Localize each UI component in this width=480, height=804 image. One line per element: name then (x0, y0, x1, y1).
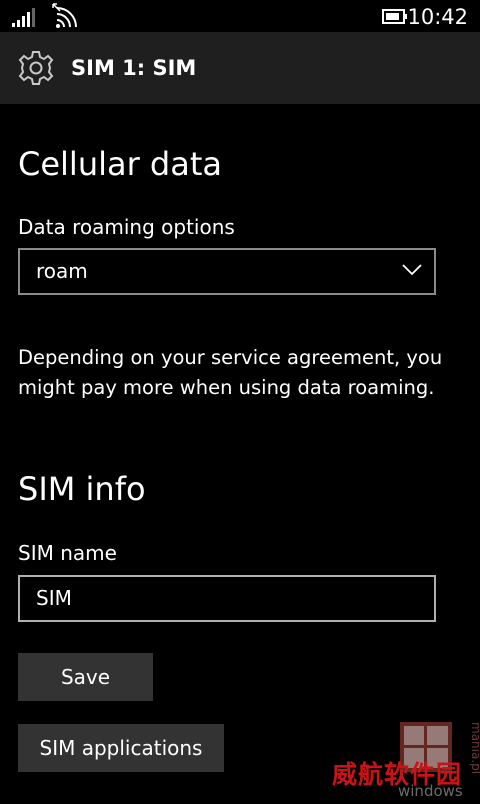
sim-info-heading: SIM info (18, 470, 146, 508)
roaming-note: Depending on your service agreement, you… (18, 346, 443, 399)
page-header: SIM 1: SIM (0, 32, 480, 104)
sim-applications-button[interactable]: SIM applications (18, 724, 224, 772)
roaming-options-label: Data roaming options (18, 215, 235, 239)
chevron-down-icon (402, 264, 422, 276)
clock-time: 10:42 (407, 5, 468, 29)
page-title: SIM 1: SIM (71, 56, 197, 80)
gear-icon (18, 51, 54, 85)
signal-strength-icon (12, 8, 35, 27)
sim-name-field[interactable]: SIM (18, 575, 436, 622)
svg-text:mania.pl: mania.pl (469, 722, 480, 774)
battery-icon (382, 9, 407, 24)
save-button[interactable]: Save (18, 653, 153, 701)
roaming-options-dropdown[interactable]: roam (18, 248, 436, 295)
roaming-options-selected-value: roam (36, 259, 88, 283)
status-bar: 10:42 (0, 0, 480, 32)
watermark-text: 威航软件园 (332, 760, 463, 789)
cellular-data-heading: Cellular data (18, 145, 222, 183)
sim-name-value: SIM (36, 586, 72, 610)
sim-name-label: SIM name (18, 541, 117, 565)
wifi-icon (56, 7, 77, 28)
